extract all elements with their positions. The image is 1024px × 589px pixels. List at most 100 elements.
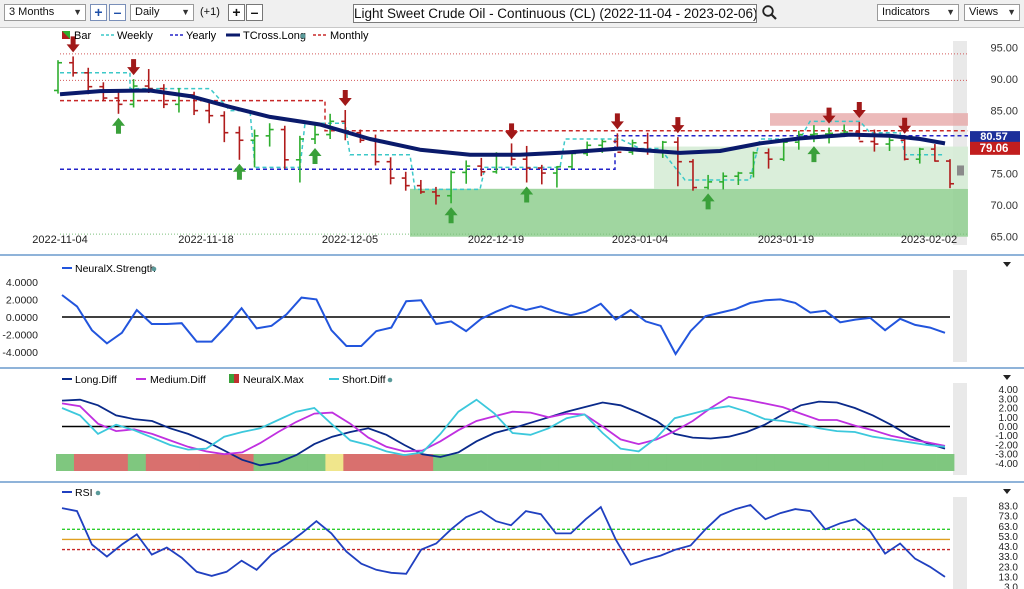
toolbar: 3 Months ▼ + – Daily ▼ (+1) + – Light Sw…: [0, 0, 1024, 28]
sell-arrow-icon: [338, 90, 352, 107]
rsi-line-path: [61, 503, 946, 578]
views-select-label: Views: [969, 6, 999, 18]
neuralx-max-segment: [540, 454, 560, 471]
offset-plus-button[interactable]: +: [228, 4, 245, 21]
legend-swatch: [234, 374, 239, 383]
neuralx-max-segment: [900, 454, 919, 471]
strength-line: [61, 294, 946, 356]
search-icon: [762, 5, 777, 20]
neuralx-max-segment: [127, 454, 147, 471]
neuralx-max-segment: [828, 454, 847, 471]
neuralx-max-segment: [918, 454, 937, 471]
date-tick-label: 2022-11-04: [32, 234, 87, 246]
legend-label: Medium.Diff: [150, 374, 206, 386]
price-pane[interactable]: 95.0090.0085.0080.0075.0070.0065.0080.57…: [0, 30, 1024, 256]
neuralx-max-segment: [846, 454, 865, 471]
neuralx-max-segment: [73, 454, 93, 471]
strength-legend: NeuralX.Strength: [62, 263, 157, 275]
chart-area[interactable]: 95.0090.0085.0080.0075.0070.0065.0080.57…: [0, 27, 1024, 589]
price-tick-label: 90.00: [990, 74, 1018, 86]
neuralx-max-segment: [253, 454, 272, 471]
neuralx-max-segment: [594, 454, 614, 471]
diff-tick-label: -4.00: [995, 459, 1018, 470]
date-tick-label: 2023-01-04: [612, 234, 668, 246]
diff-pane[interactable]: Long.Diff Medium.Diff NeuralX.Max Short.Dif…: [0, 374, 1024, 483]
neuralx-max-segment: [379, 454, 398, 471]
neuralx-max-segment: [163, 454, 183, 471]
diff-legend: Long.Diff Medium.Diff NeuralX.Max Short.Dif…: [62, 374, 393, 386]
neuralx-max-segment: [469, 454, 488, 471]
scroll-strip: [953, 497, 967, 589]
date-tick-label: 2022-11-18: [178, 234, 233, 246]
neuralx-max-segment: [864, 454, 883, 471]
sell-arrow-icon: [127, 59, 141, 76]
neuralx-max-segment: [522, 454, 542, 471]
chevron-down-icon: ▼: [1007, 7, 1016, 17]
search-button[interactable]: [761, 4, 779, 22]
neuralx-max-segment: [181, 454, 201, 471]
support-zone: [410, 41, 968, 245]
price-axis: 95.0090.0085.0080.0075.0070.0065.0080.57…: [970, 43, 1020, 244]
resistance-zone-rect: [770, 113, 968, 126]
strength-tick-label: -2.0000: [2, 330, 38, 342]
neuralx-max-segment: [558, 454, 578, 471]
legend-label: Monthly: [330, 30, 369, 42]
buy-arrow-icon: [308, 148, 322, 165]
neuralx-max-bar: [56, 454, 955, 471]
offset-label: (+1): [200, 6, 220, 18]
legend-label: NeuralX.Max: [243, 374, 304, 386]
offset-minus-button[interactable]: –: [246, 4, 263, 21]
legend-dot-icon: [95, 490, 101, 496]
neuralx-max-segment: [217, 454, 236, 471]
neuralx-max-segment: [109, 454, 129, 471]
interval-select[interactable]: Daily ▼: [130, 4, 194, 21]
interval-select-label: Daily: [135, 6, 160, 18]
neuralx-max-segment: [199, 454, 219, 471]
collapse-arrow-icon: [1003, 262, 1011, 267]
strength-line-path: [61, 294, 946, 356]
neuralx-max-segment: [936, 454, 955, 471]
tcross-price-label: 80.57: [980, 131, 1008, 143]
period-select[interactable]: 3 Months ▼: [4, 4, 86, 21]
neuralx-max-segment: [648, 454, 668, 471]
neuralx-max-segment: [451, 454, 470, 471]
neuralx-max-segment: [307, 454, 326, 471]
rsi-levels: [62, 528, 950, 551]
scroll-strip: [953, 383, 967, 475]
indicators-select[interactable]: Indicators ▼: [877, 4, 959, 21]
legend-label: Long.Diff: [75, 374, 117, 386]
legend-label: Yearly: [186, 30, 217, 42]
last-price-label: 79.06: [980, 143, 1009, 155]
neuralx-max-segment: [576, 454, 596, 471]
neuralx-max-segment: [397, 454, 416, 471]
neuralx-max-segment: [505, 454, 524, 471]
zoom-in-button[interactable]: +: [90, 4, 107, 21]
sell-arrow-icon: [505, 123, 519, 140]
neuralx-max-segment: [810, 454, 829, 471]
rsi-line: [61, 503, 946, 578]
neuralx-max-segment: [361, 454, 380, 471]
neuralx-max-segment: [56, 454, 75, 471]
zoom-out-button[interactable]: –: [109, 4, 126, 21]
neuralx-max-segment: [702, 454, 721, 471]
views-select[interactable]: Views ▼: [964, 4, 1020, 21]
legend-label: TCross.Long: [243, 30, 306, 42]
diff-line-path: [61, 395, 946, 456]
buy-arrow-icon: [111, 117, 125, 134]
buy-arrow-icon: [232, 163, 246, 180]
strength-tick-label: 2.0000: [6, 294, 38, 306]
date-tick-label: 2023-02-02: [901, 234, 957, 246]
legend-dot-icon: [151, 266, 157, 272]
rsi-legend: RSI: [62, 487, 101, 499]
neuralx-max-segment: [487, 454, 506, 471]
rsi-pane[interactable]: RSI 83.073.063.053.043.033.023.013.03.0: [61, 487, 1018, 589]
legend-label: Bar: [74, 30, 91, 42]
neuralx-max-segment: [325, 454, 344, 471]
sell-arrow-icon: [610, 113, 624, 130]
strength-tick-label: -4.0000: [2, 347, 38, 359]
strength-pane[interactable]: NeuralX.Strength 4.0000 2.0000 0.0000 -2.00…: [0, 263, 1024, 369]
period-select-label: 3 Months: [9, 6, 55, 18]
chevron-down-icon: ▼: [181, 7, 190, 17]
chart-title[interactable]: Light Sweet Crude Oil - Continuous (CL) …: [353, 4, 757, 23]
neuralx-max-segment: [91, 454, 111, 471]
